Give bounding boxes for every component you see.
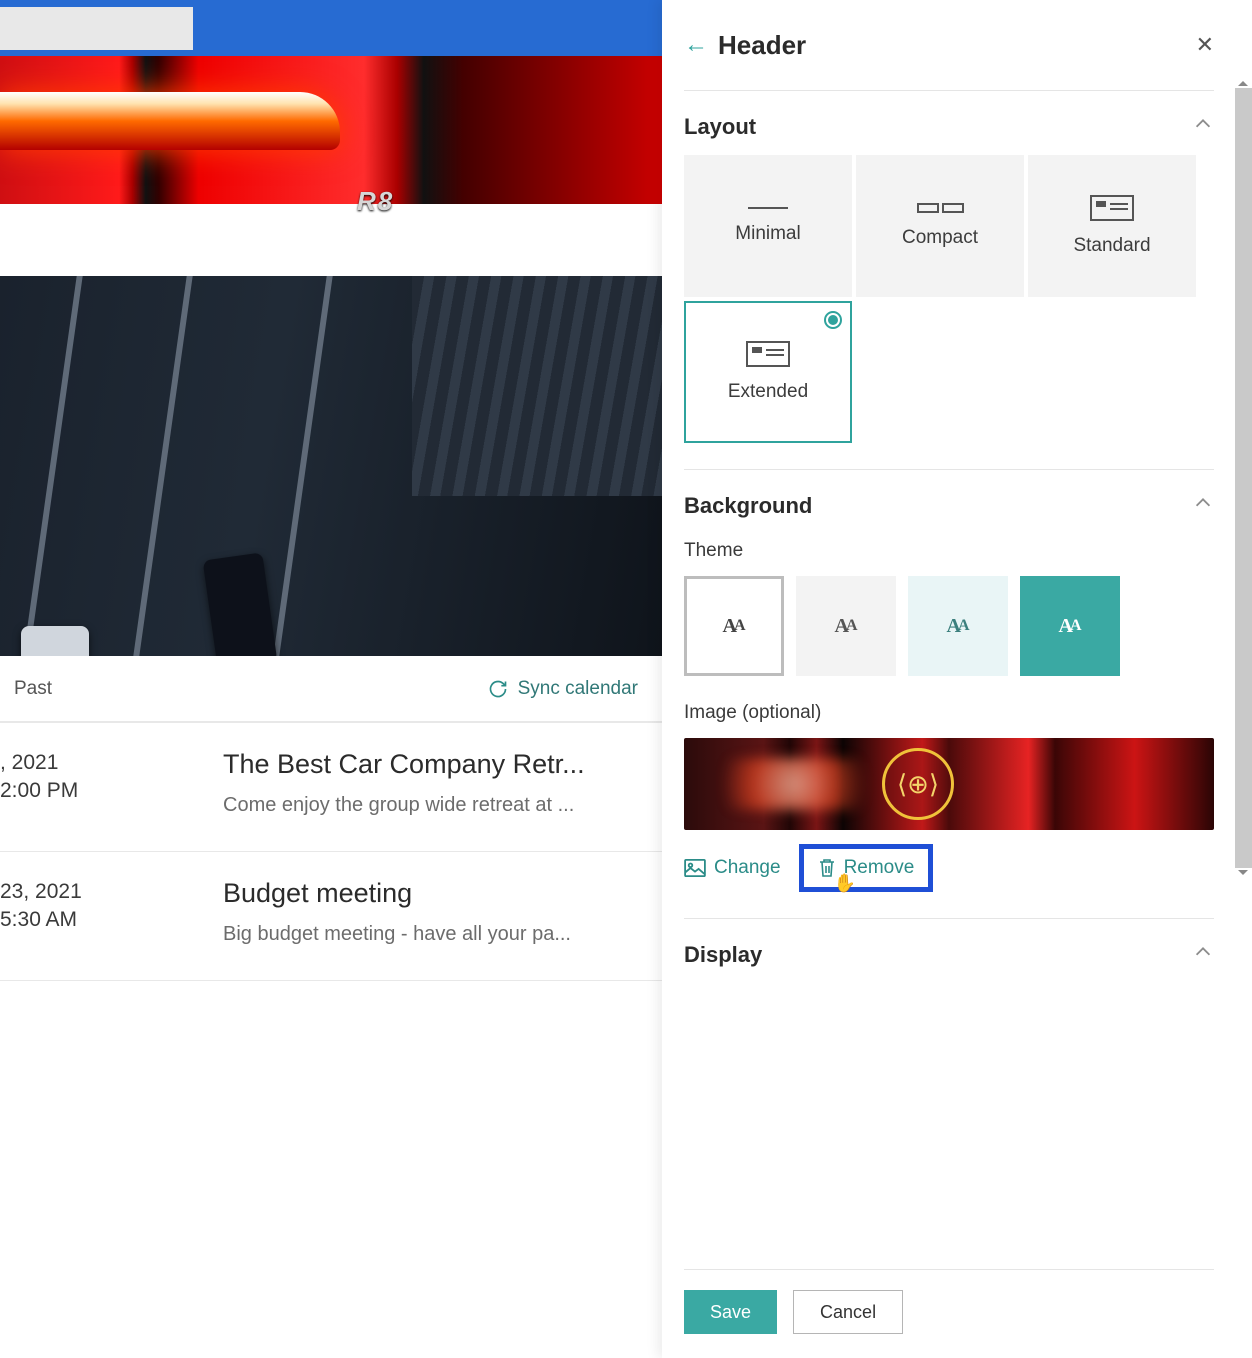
option-label: Standard [1073, 235, 1150, 257]
compact-icon [917, 203, 964, 213]
background-section: Background Theme AA AA AA AA Image (opti… [684, 469, 1214, 918]
banner-badge: R8 [357, 186, 394, 217]
option-label: Extended [728, 381, 808, 403]
event-item[interactable]: 23, 2021 5:30 AM Budget meeting Big budg… [0, 852, 662, 981]
layout-section: Layout Minimal Compact Standard [684, 90, 1214, 469]
change-image-button[interactable]: Change [684, 857, 781, 879]
event-title: The Best Car Company Retr... [223, 749, 642, 780]
background-image-preview[interactable]: ⟨⊕⟩ [684, 738, 1214, 830]
chevron-up-icon[interactable] [1192, 941, 1214, 969]
display-section: Display [684, 918, 1214, 979]
option-label: Minimal [735, 223, 800, 245]
sync-icon [488, 679, 508, 699]
standard-icon [1090, 195, 1134, 221]
change-label: Change [714, 857, 781, 879]
event-desc: Big budget meeting - have all your pa... [223, 923, 642, 946]
event-time: 5:30 AM [0, 906, 223, 934]
panel-title: Header [718, 30, 806, 61]
layout-option-standard[interactable]: Standard [1028, 155, 1196, 297]
section-title: Background [684, 493, 812, 519]
section-title: Display [684, 942, 762, 968]
extended-icon [746, 341, 790, 367]
back-button[interactable]: ← [684, 31, 708, 59]
remove-image-button[interactable]: Remove ✋ [799, 844, 934, 892]
event-item[interactable]: , 2021 2:00 PM The Best Car Company Retr… [0, 723, 662, 852]
sync-calendar-button[interactable]: Sync calendar [488, 678, 638, 700]
event-date: 23, 2021 [0, 878, 223, 906]
selected-radio-icon [824, 311, 842, 329]
theme-option-light[interactable]: AA [684, 576, 784, 676]
close-button[interactable]: ✕ [1196, 32, 1214, 58]
layout-option-compact[interactable]: Compact [856, 155, 1024, 297]
image-icon [684, 859, 706, 877]
theme-label: Theme [684, 540, 1214, 562]
event-time: 2:00 PM [0, 777, 223, 805]
theme-option-soft[interactable]: AA [908, 576, 1008, 676]
page-content: R8 Past Sync calendar , 2021 2:00 PM The… [0, 0, 662, 1358]
image-label: Image (optional) [684, 702, 1214, 724]
layout-option-minimal[interactable]: Minimal [684, 155, 852, 297]
chevron-up-icon[interactable] [1192, 113, 1214, 141]
events-list: , 2021 2:00 PM The Best Car Company Retr… [0, 722, 662, 981]
panel-header: ← Header ✕ [684, 0, 1214, 90]
top-bar [0, 0, 662, 56]
focal-point-icon[interactable]: ⟨⊕⟩ [882, 748, 954, 820]
section-title: Layout [684, 114, 756, 140]
cancel-button[interactable]: Cancel [793, 1290, 903, 1334]
cursor-icon: ✋ [834, 873, 856, 894]
save-button[interactable]: Save [684, 1290, 777, 1334]
event-title: Budget meeting [223, 878, 642, 909]
events-toolbar: Past Sync calendar [0, 656, 662, 722]
site-banner: R8 [0, 56, 662, 204]
layout-option-extended[interactable]: Extended [684, 301, 852, 443]
theme-option-strong[interactable]: AA [1020, 576, 1120, 676]
sync-label: Sync calendar [518, 678, 638, 700]
panel-scrollbar[interactable] [1235, 88, 1252, 868]
hero-image [0, 276, 662, 656]
search-input[interactable] [0, 7, 193, 50]
event-desc: Come enjoy the group wide retreat at ... [223, 794, 642, 817]
past-tab[interactable]: Past [14, 678, 52, 700]
option-label: Compact [902, 227, 978, 249]
chevron-up-icon[interactable] [1192, 492, 1214, 520]
minimal-icon [748, 207, 788, 209]
header-settings-panel: ← Header ✕ Layout Minimal Compact [662, 0, 1252, 1358]
theme-option-gray[interactable]: AA [796, 576, 896, 676]
panel-footer: Save Cancel [684, 1269, 1214, 1334]
event-date: , 2021 [0, 749, 223, 777]
